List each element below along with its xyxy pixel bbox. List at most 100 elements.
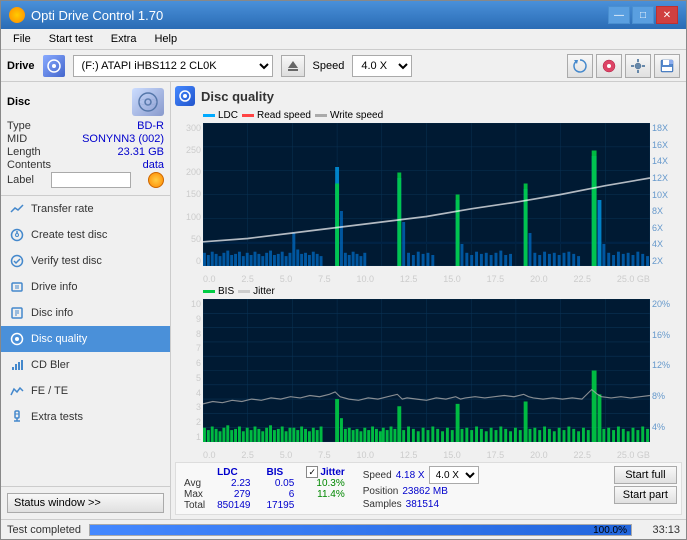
disc-info-icon xyxy=(9,305,25,321)
legend-bis-color xyxy=(203,290,215,293)
legend-bis: BIS xyxy=(203,286,234,297)
legend-write-label: Write speed xyxy=(330,110,383,121)
sidebar-item-transfer-rate[interactable]: Transfer rate xyxy=(1,196,170,222)
bottom-status-bar: Test completed 100.0% 33:13 xyxy=(1,519,686,539)
sidebar-label-extra: Extra tests xyxy=(31,411,83,423)
sidebar-label-discinfo: Disc info xyxy=(31,307,73,319)
jitter-checkbox[interactable]: ✓ xyxy=(306,466,318,478)
length-label: Length xyxy=(7,146,41,158)
avg-ldc: 2.23 xyxy=(209,478,258,489)
cd-bler-icon xyxy=(9,357,25,373)
chart1-x-labels: 0.0 2.5 5.0 7.5 10.0 12.5 15.0 17.5 20.0… xyxy=(203,274,650,284)
legend-read-label: Read speed xyxy=(257,110,311,121)
sidebar-label-drive: Drive info xyxy=(31,281,77,293)
legend-write: Write speed xyxy=(315,110,383,121)
position-row: Position 23862 MB xyxy=(363,486,479,497)
speed-select[interactable]: 4.0 X xyxy=(352,55,412,77)
drive-eject-btn[interactable] xyxy=(281,55,305,77)
type-value: BD-R xyxy=(137,120,164,132)
legend-ldc: LDC xyxy=(203,110,238,121)
sidebar-item-disc-quality[interactable]: Disc quality xyxy=(1,326,170,352)
settings-btn[interactable] xyxy=(625,54,651,78)
transfer-rate-icon xyxy=(9,201,25,217)
menu-extra[interactable]: Extra xyxy=(103,31,145,47)
app-icon xyxy=(9,7,25,23)
speed-label: Speed xyxy=(313,60,345,72)
sidebar-label-fete: FE / TE xyxy=(31,385,68,397)
maximize-button[interactable]: □ xyxy=(632,6,654,24)
menu-help[interactable]: Help xyxy=(146,31,185,47)
menu-start-test[interactable]: Start test xyxy=(41,31,101,47)
sidebar-item-cd-bler[interactable]: CD Bler xyxy=(1,352,170,378)
title-controls: — □ ✕ xyxy=(608,6,678,24)
right-stats: Speed 4.18 X 4.0 X Position 23862 MB Sam… xyxy=(363,466,479,511)
label-icon[interactable] xyxy=(148,172,164,188)
chart2-x-labels: 0.0 2.5 5.0 7.5 10.0 12.5 15.0 17.5 20.0… xyxy=(203,450,650,460)
sidebar-item-disc-info[interactable]: Disc info xyxy=(1,300,170,326)
max-jitter: 11.4% xyxy=(302,489,348,500)
save-btn[interactable] xyxy=(654,54,680,78)
dq-icon xyxy=(175,86,195,106)
drive-icon xyxy=(43,55,65,77)
length-value: 23.31 GB xyxy=(118,146,164,158)
disc-quality-header: Disc quality xyxy=(175,86,682,106)
disc-quality-icon xyxy=(9,331,25,347)
verify-disc-icon xyxy=(9,253,25,269)
drive-label: Drive xyxy=(7,60,35,72)
stats-header-empty xyxy=(180,466,209,478)
chart2-inner: 10 9 8 7 6 5 4 3 2 1 xyxy=(175,299,682,442)
jitter-checkbox-cell: ✓ Jitter xyxy=(302,466,348,478)
sidebar-item-drive-info[interactable]: Drive info xyxy=(1,274,170,300)
status-window-button[interactable]: Status window >> xyxy=(7,493,164,513)
total-jitter-empty xyxy=(302,500,348,511)
sidebar-label-verify: Verify test disc xyxy=(31,255,102,267)
drive-info-icon xyxy=(9,279,25,295)
chart1-y-labels: 300 250 200 150 100 50 0 xyxy=(175,123,203,266)
stats-ldc-header: LDC xyxy=(209,466,258,478)
disc-btn[interactable] xyxy=(596,54,622,78)
sidebar-item-fe-te[interactable]: FE / TE xyxy=(1,378,170,404)
chart1-inner: 300 250 200 150 100 50 0 xyxy=(175,123,682,266)
menu-file[interactable]: File xyxy=(5,31,39,47)
sidebar-label-transfer: Transfer rate xyxy=(31,203,94,215)
start-part-button[interactable]: Start part xyxy=(614,486,677,504)
minimize-button[interactable]: — xyxy=(608,6,630,24)
sidebar-bottom: Status window >> xyxy=(1,486,170,519)
label-input[interactable] xyxy=(51,172,131,188)
legend-read-color xyxy=(242,114,254,117)
disc-info-section: Disc Type BD-R MID SONYNN3 (002) Length … xyxy=(1,82,170,196)
refresh-btn[interactable] xyxy=(567,54,593,78)
total-label: Total xyxy=(180,500,209,511)
contents-value: data xyxy=(143,159,164,171)
title-bar: Opti Drive Control 1.70 — □ ✕ xyxy=(1,1,686,29)
drive-select[interactable]: (F:) ATAPI iHBS112 2 CL0K xyxy=(73,55,273,77)
position-label: Position xyxy=(363,486,399,497)
sidebar-item-create-test-disc[interactable]: Create test disc xyxy=(1,222,170,248)
disc-image xyxy=(132,88,164,116)
disc-section-label: Disc xyxy=(7,96,30,108)
drive-bar: Drive (F:) ATAPI iHBS112 2 CL0K Speed 4.… xyxy=(1,50,686,82)
chart2-y-right-labels: 20% 16% 12% 8% 4% xyxy=(650,299,682,442)
legend-write-color xyxy=(315,114,327,117)
label-label: Label xyxy=(7,174,34,186)
chart2-svg xyxy=(203,299,650,442)
create-disc-icon xyxy=(9,227,25,243)
chart2-legend: BIS Jitter xyxy=(175,286,682,297)
chart1-legend: LDC Read speed Write speed xyxy=(175,110,682,121)
legend-ldc-label: LDC xyxy=(218,110,238,121)
progress-bar-fill xyxy=(90,525,631,535)
max-bis: 6 xyxy=(259,489,303,500)
legend-jitter-color xyxy=(238,290,250,293)
legend-bis-label: BIS xyxy=(218,286,234,297)
speed-select-stat[interactable]: 4.0 X xyxy=(429,466,479,484)
jitter-cb-container: ✓ Jitter xyxy=(306,466,344,478)
legend-ldc-color xyxy=(203,114,215,117)
start-full-button[interactable]: Start full xyxy=(614,466,677,484)
test-completed-text: Test completed xyxy=(7,524,81,536)
sidebar-item-extra-tests[interactable]: Extra tests xyxy=(1,404,170,430)
sidebar-item-verify-test-disc[interactable]: Verify test disc xyxy=(1,248,170,274)
legend-read: Read speed xyxy=(242,110,311,121)
stats-bis-header: BIS xyxy=(259,466,303,478)
content-area: Disc quality LDC Read speed Wr xyxy=(171,82,686,519)
close-button[interactable]: ✕ xyxy=(656,6,678,24)
